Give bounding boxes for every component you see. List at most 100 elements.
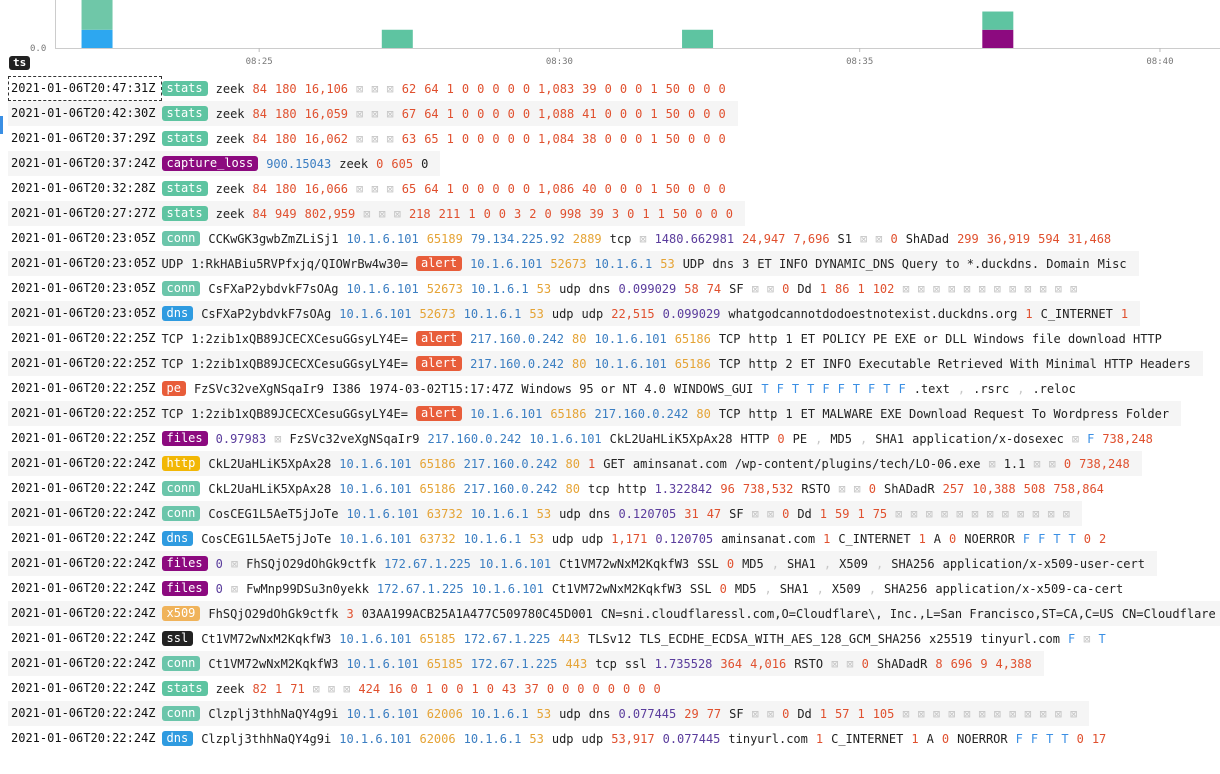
number-value[interactable]: 16,066 xyxy=(305,182,348,196)
string-value[interactable]: 2 xyxy=(785,357,792,371)
number-value[interactable]: 0 xyxy=(718,182,725,196)
string-value[interactable]: TCP xyxy=(162,407,184,421)
port-value[interactable]: 80 xyxy=(572,332,586,346)
number-value[interactable]: 1 xyxy=(447,182,454,196)
number-value[interactable]: 17 xyxy=(1092,732,1106,746)
log-type-badge[interactable]: conn xyxy=(161,281,201,296)
ip-value[interactable]: 10.1.6.101 xyxy=(479,557,551,571)
string-value[interactable]: Dd xyxy=(797,507,811,521)
null-value[interactable]: ⊠ xyxy=(902,282,909,296)
string-value[interactable]: UDP xyxy=(162,257,184,271)
ip-value[interactable]: 10.1.6.101 xyxy=(346,232,418,246)
string-value[interactable]: .rsrc xyxy=(973,382,1009,396)
number-value[interactable]: 0 xyxy=(869,482,876,496)
number-value[interactable]: 0 xyxy=(562,682,569,696)
number-value[interactable]: 0 xyxy=(703,182,710,196)
string-value[interactable]: CN=sni.cloudflaressl.com,O=Cloudflare\, … xyxy=(601,607,1114,621)
number-value[interactable]: 7,696 xyxy=(793,232,829,246)
number-value[interactable]: 0 xyxy=(688,132,695,146)
ip-value[interactable]: 10.1.6.101 xyxy=(346,707,418,721)
number-value[interactable]: 40 xyxy=(582,182,596,196)
timestamp-value[interactable]: 2021-01-06T20:23:05Z xyxy=(8,276,162,301)
log-type-badge[interactable]: alert xyxy=(415,256,463,271)
histogram-bar-0-segment-1[interactable] xyxy=(81,0,113,30)
timestamp-value[interactable]: 2021-01-06T20:22:25Z xyxy=(8,351,162,376)
null-value[interactable]: ⊠ xyxy=(963,282,970,296)
timestamp-value[interactable]: 2021-01-06T20:22:24Z xyxy=(8,676,162,701)
null-value[interactable]: ⊠ xyxy=(1039,282,1046,296)
string-value[interactable]: CosCEG1L5AeT5jJoTe xyxy=(208,507,338,521)
string-value[interactable]: WINDOWS_GUI xyxy=(674,382,753,396)
string-value[interactable]: SF xyxy=(729,507,743,521)
string-value[interactable]: Windows 95 or NT 4.0 xyxy=(521,382,666,396)
number-value[interactable]: 0 xyxy=(523,182,530,196)
number-value[interactable]: 998 xyxy=(560,207,582,221)
ip-value[interactable]: 10.1.6.1 xyxy=(464,732,522,746)
port-value[interactable]: 52673 xyxy=(427,282,463,296)
null-value[interactable]: ⊠ xyxy=(831,657,838,671)
number-value[interactable]: 1 xyxy=(857,282,864,296)
number-value[interactable]: 16 xyxy=(388,682,402,696)
log-type-badge[interactable]: files xyxy=(161,581,208,596)
number-value[interactable]: 180 xyxy=(275,132,297,146)
log-type-badge[interactable]: alert xyxy=(415,331,463,346)
log-type-badge[interactable]: stats xyxy=(161,81,208,96)
string-value[interactable]: .text xyxy=(914,382,950,396)
bool-value[interactable]: T xyxy=(853,382,860,396)
string-value[interactable]: 1 xyxy=(785,332,792,346)
null-value[interactable]: ⊠ xyxy=(941,507,948,521)
null-value[interactable]: ⊠ xyxy=(752,507,759,521)
number-value[interactable]: 0 xyxy=(782,707,789,721)
number-value[interactable]: 39 xyxy=(589,207,603,221)
number-value[interactable]: 84 xyxy=(253,107,267,121)
number-value[interactable]: 1 xyxy=(911,732,918,746)
bool-value[interactable]: F xyxy=(1023,532,1030,546)
bool-value[interactable]: F xyxy=(777,382,784,396)
number-value[interactable]: 1 xyxy=(820,707,827,721)
string-value[interactable]: FhSQjO29dOhGk9ctfk xyxy=(246,557,376,571)
number-value[interactable]: 64 xyxy=(424,107,438,121)
string-value[interactable]: .reloc xyxy=(1032,382,1075,396)
float-value[interactable]: 0.120705 xyxy=(618,507,676,521)
number-value[interactable]: 4,016 xyxy=(750,657,786,671)
string-value[interactable]: dns xyxy=(589,282,611,296)
string-value[interactable]: tcp xyxy=(595,657,617,671)
number-value[interactable]: 67 xyxy=(402,107,416,121)
ip-value[interactable]: 10.1.6.101 xyxy=(346,657,418,671)
number-value[interactable]: 0 xyxy=(862,657,869,671)
number-value[interactable]: 0 xyxy=(718,107,725,121)
null-value[interactable]: ⊠ xyxy=(378,207,385,221)
table-row[interactable]: 2021-01-06T20:22:25Z pe FzSVc32veXgNSqaIr9… xyxy=(8,376,1220,401)
null-value[interactable]: ⊠ xyxy=(971,507,978,521)
string-value[interactable]: MD5 xyxy=(742,557,764,571)
number-value[interactable]: 0 xyxy=(462,82,469,96)
number-value[interactable]: 36,919 xyxy=(987,232,1030,246)
null-value[interactable]: ⊠ xyxy=(231,582,238,596)
null-value[interactable]: ⊠ xyxy=(371,182,378,196)
string-value[interactable]: tinyurl.com xyxy=(728,732,807,746)
string-value[interactable]: ET MALWARE EXE Download Request To Wordp… xyxy=(801,407,1169,421)
number-value[interactable]: 1 xyxy=(816,732,823,746)
number-value[interactable]: 0 xyxy=(688,182,695,196)
null-value[interactable]: ⊠ xyxy=(752,707,759,721)
string-value[interactable]: tcp xyxy=(588,482,610,496)
port-value[interactable]: 53 xyxy=(537,282,551,296)
number-value[interactable]: 299 xyxy=(957,232,979,246)
number-value[interactable]: 0 xyxy=(492,82,499,96)
null-value[interactable]: ⊠ xyxy=(371,107,378,121)
string-value[interactable]: TLSv12 xyxy=(588,632,631,646)
port-value[interactable]: 65189 xyxy=(427,232,463,246)
bool-value[interactable]: T xyxy=(792,382,799,396)
number-value[interactable]: 75 xyxy=(873,507,887,521)
number-value[interactable]: 0 xyxy=(523,107,530,121)
string-value[interactable]: tinyurl.com xyxy=(980,632,1059,646)
bool-value[interactable]: T xyxy=(1046,732,1053,746)
null-value[interactable]: ⊠ xyxy=(987,507,994,521)
number-value[interactable]: 50 xyxy=(666,82,680,96)
string-value[interactable]: zeek xyxy=(216,182,245,196)
ip-value[interactable]: 10.1.6.101 xyxy=(529,432,601,446)
number-value[interactable]: 0 xyxy=(942,732,949,746)
number-value[interactable]: 1 xyxy=(468,207,475,221)
port-value[interactable]: 53 xyxy=(529,307,543,321)
null-value[interactable]: ⊠ xyxy=(356,107,363,121)
